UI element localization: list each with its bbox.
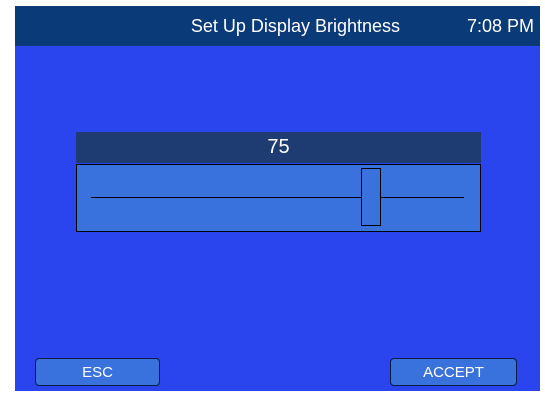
slider-track[interactable] xyxy=(91,197,464,198)
slider-thumb[interactable] xyxy=(361,168,381,226)
brightness-value: 75 xyxy=(76,132,481,163)
brightness-slider[interactable] xyxy=(76,164,481,232)
esc-button[interactable]: ESC xyxy=(35,358,160,386)
page-title: Set Up Display Brightness xyxy=(190,16,400,36)
main-panel: 75 ESC ACCEPT xyxy=(15,46,540,391)
title-bar: Set Up Display Brightness 7:08 PM xyxy=(15,6,540,46)
accept-button[interactable]: ACCEPT xyxy=(390,358,517,386)
clock: 7:08 PM xyxy=(466,16,534,36)
screen: Set Up Display Brightness 7:08 PM 75 ESC… xyxy=(0,0,545,397)
